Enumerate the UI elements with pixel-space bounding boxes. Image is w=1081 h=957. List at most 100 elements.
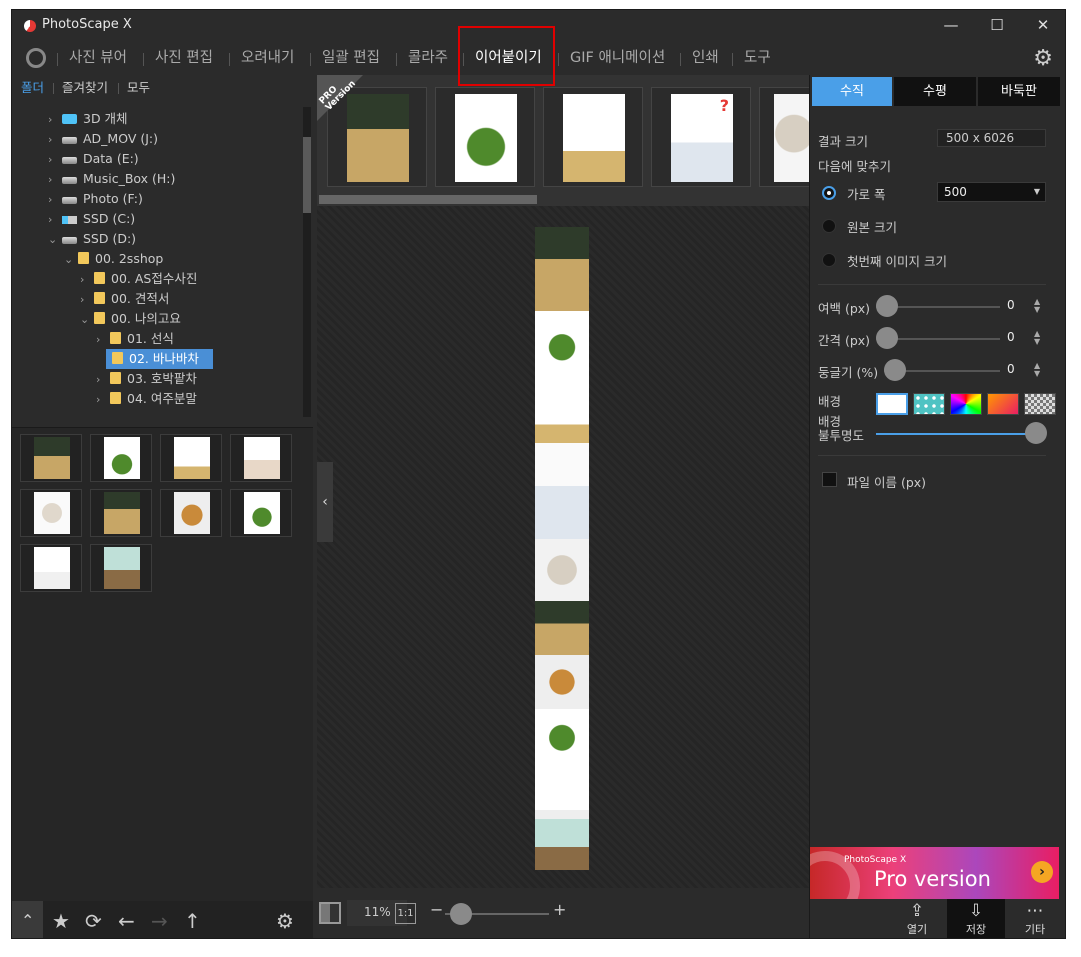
menu-batch[interactable]: 일괄 편집 [322,41,380,75]
maximize-button[interactable]: ☐ [974,10,1020,41]
thumbnail[interactable] [230,434,292,482]
collapse-strip-button[interactable]: ‹ [317,462,333,542]
spin-arrows-icon[interactable]: ▲ ▼ [1034,330,1040,346]
margin-value[interactable]: 0 [1007,298,1015,312]
thumbnail[interactable] [90,434,152,482]
tree-item[interactable]: › SSD (C:) [48,209,135,229]
collapse-up-icon[interactable]: ⌃ [21,911,34,930]
back-arrow-icon[interactable]: ← [118,909,135,933]
tree-item[interactable]: › 00. AS접수사진 [80,269,197,289]
chevron-right-icon[interactable]: › [48,150,62,170]
tab-folder[interactable]: 폴더 [21,75,44,101]
swatch-transparent[interactable] [1024,393,1056,415]
tree-item[interactable]: › Music_Box (H:) [48,169,175,189]
spacing-slider-knob[interactable] [876,327,898,349]
tree-item[interactable]: › 03. 호박팥차 [96,369,197,389]
thumbnail[interactable] [160,434,222,482]
tab-all[interactable]: 모두 [127,75,150,101]
pro-version-banner[interactable]: PhotoScape X Pro version › [810,847,1059,899]
thumbnail[interactable] [20,489,82,537]
tree-item[interactable]: 02. 바나바차 [106,349,213,369]
forward-arrow-icon[interactable]: → [151,909,168,933]
tree-item[interactable]: ⌄ 00. 나의고요 [80,309,181,329]
tree-scrollbar-thumb[interactable] [303,137,311,213]
tree-item[interactable]: › 3D 개체 [48,109,128,129]
chevron-right-icon[interactable]: › [80,290,94,310]
tab-horizontal[interactable]: 수평 [894,77,976,106]
swatch-gradient[interactable] [987,393,1019,415]
zoom-in-button[interactable]: + [553,900,566,919]
menu-editor[interactable]: 사진 편집 [155,41,213,75]
tree-scrollbar[interactable] [303,107,311,417]
thumbnail[interactable] [230,489,292,537]
thumbnail[interactable] [90,544,152,592]
tree-item[interactable]: › 01. 선식 [96,329,174,349]
swatch-rainbow[interactable] [950,393,982,415]
tree-item[interactable]: › 00. 견적서 [80,289,169,309]
strip-thumbnail[interactable]: ? [651,87,751,187]
strip-thumbnail[interactable] [759,87,814,187]
tab-vertical[interactable]: 수직 [812,77,892,106]
settings-gear-icon[interactable]: ⚙ [1033,46,1053,71]
chevron-right-icon[interactable]: › [48,130,62,150]
chevron-right-icon[interactable]: › [48,210,62,230]
swatch-pattern[interactable] [913,393,945,415]
close-button[interactable]: ✕ [1020,10,1065,41]
chevron-right-icon[interactable]: › [48,170,62,190]
compare-icon[interactable] [319,902,341,924]
filename-checkbox[interactable] [822,472,837,487]
tab-tile[interactable]: 바둑판 [978,77,1060,106]
menu-cut-out[interactable]: 오려내기 [241,41,294,75]
open-button[interactable]: ⇪ 열기 [888,899,946,938]
home-icon[interactable] [26,48,46,68]
up-arrow-icon[interactable]: ↑ [184,909,201,933]
spin-arrows-icon[interactable]: ▲ ▼ [1034,362,1040,378]
spin-arrows-icon[interactable]: ▲ ▼ [1034,298,1040,314]
tree-item[interactable]: › Data (E:) [48,149,139,169]
tree-item[interactable]: › AD_MOV (J:) [48,129,158,149]
chevron-right-icon[interactable]: › [96,390,110,410]
strip-thumbnail[interactable] [435,87,535,187]
save-button[interactable]: ⇩ 저장 [947,899,1005,938]
menu-combine[interactable]: 이어붙이기 [475,41,542,75]
chevron-right-icon[interactable]: › [96,330,110,350]
fit-original-radio[interactable] [822,219,836,233]
swatch-white[interactable] [876,393,908,415]
tree-item[interactable]: ⌄ 00. 2sshop [64,249,163,269]
zoom-out-button[interactable]: − [430,900,443,919]
thumbnail[interactable] [20,544,82,592]
opacity-slider-track[interactable] [876,433,1026,435]
tree-item[interactable]: ⌄ SSD (D:) [48,229,136,249]
chevron-down-icon[interactable]: ⌄ [64,250,78,270]
chevron-right-icon[interactable]: › [48,110,62,130]
refresh-icon[interactable]: ⟳ [85,909,102,933]
spacing-value[interactable]: 0 [1007,330,1015,344]
tree-item[interactable]: › Photo (F:) [48,189,143,209]
settings-gear-icon[interactable]: ⚙ [276,909,294,933]
tree-item[interactable]: › 04. 여주분말 [96,389,197,409]
menu-tools[interactable]: 도구 [744,41,771,75]
more-button[interactable]: ⋯ 기타 [1006,899,1064,938]
menu-gif-animation[interactable]: GIF 애니메이션 [570,41,665,75]
minimize-button[interactable]: — [928,10,974,41]
zoom-slider-knob[interactable] [450,903,472,925]
favorite-star-icon[interactable]: ★ [52,909,70,933]
margin-slider-knob[interactable] [876,295,898,317]
round-value[interactable]: 0 [1007,362,1015,376]
chevron-right-icon[interactable]: › [48,190,62,210]
menu-viewer[interactable]: 사진 뷰어 [69,41,127,75]
fit-first-image-radio[interactable] [822,253,836,267]
thumbnail[interactable] [90,489,152,537]
actual-size-button[interactable]: 1:1 [395,903,416,924]
width-dropdown[interactable]: 500 ▼ [937,182,1046,202]
thumbnail[interactable] [160,489,222,537]
round-slider-knob[interactable] [884,359,906,381]
thumbnail[interactable] [20,434,82,482]
chevron-down-icon[interactable]: ⌄ [48,230,62,250]
strip-thumbnail[interactable] [543,87,643,187]
strip-scrollbar[interactable] [319,195,537,204]
chevron-right-icon[interactable]: › [80,270,94,290]
merged-image-preview[interactable] [535,227,589,870]
menu-print[interactable]: 인쇄 [692,41,719,75]
menu-collage[interactable]: 콜라주 [408,41,448,75]
